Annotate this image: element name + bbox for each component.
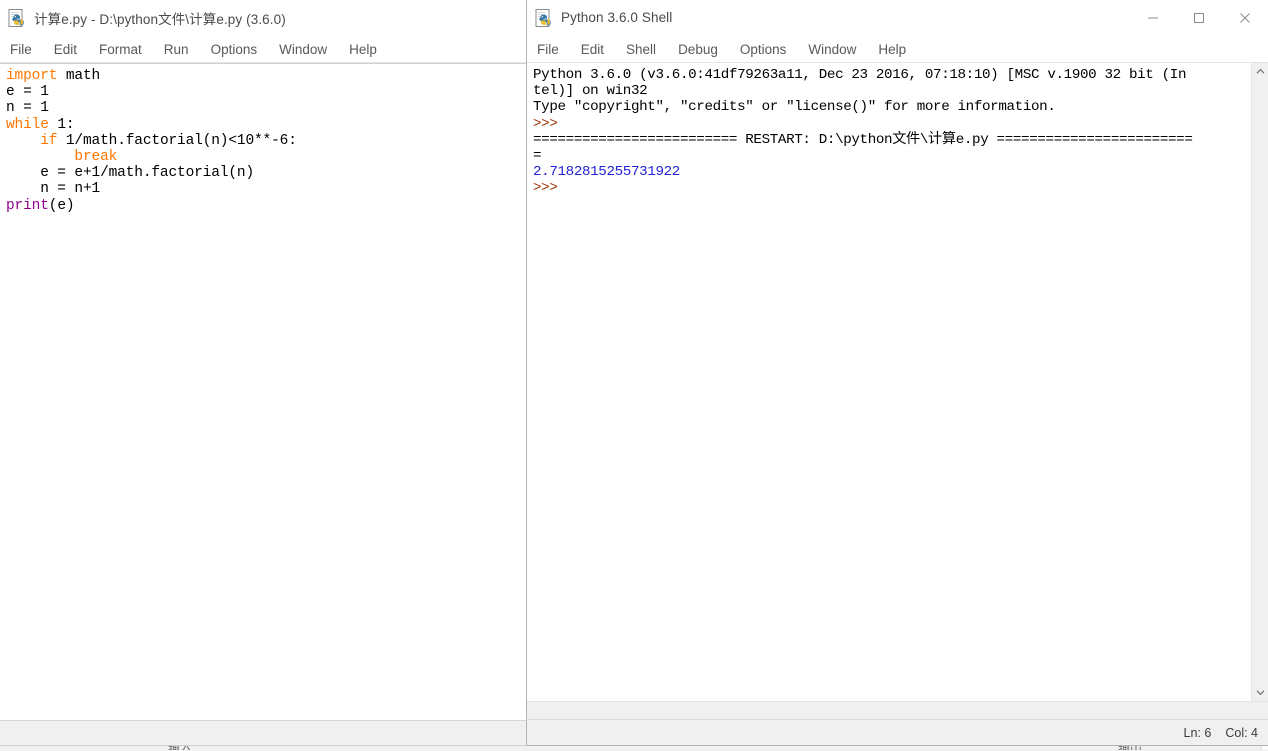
code-line: import math [6, 68, 526, 84]
shell-titlebar[interactable]: Python 3.6.0 Shell [527, 0, 1268, 36]
shell-line: tel)] on win32 [533, 83, 1251, 99]
code-line: while 1: [6, 117, 526, 133]
menu-file[interactable]: File [0, 36, 43, 63]
close-icon [1239, 12, 1251, 24]
shell-menu-file[interactable]: File [527, 36, 570, 63]
shell-horizontal-scrollbar[interactable] [527, 701, 1268, 719]
shell-line: Type "copyright", "credits" or "license(… [533, 99, 1251, 115]
editor-title-text: 计算e.py - D:\python文件\计算e.py (3.6.0) [34, 8, 286, 28]
code-line: break [6, 149, 526, 165]
shell-menu-shell[interactable]: Shell [615, 36, 667, 63]
token-plain [6, 133, 40, 149]
chevron-down-icon[interactable] [1252, 684, 1268, 701]
menu-window[interactable]: Window [268, 36, 338, 63]
token-plain: = [533, 148, 541, 164]
shell-menu-options[interactable]: Options [729, 36, 798, 63]
token-kw: break [74, 149, 117, 165]
status-line-number: Ln: 6 [1184, 726, 1212, 740]
editor-code-area[interactable]: import mathe = 1n = 1while 1: if 1/math.… [0, 64, 526, 720]
editor-titlebar[interactable]: 计算e.py - D:\python文件\计算e.py (3.6.0) [0, 0, 526, 36]
idle-shell-window[interactable]: Python 3.6.0 Shell File Edit Shell [526, 0, 1268, 746]
token-plain: e = 1 [6, 84, 49, 100]
menu-format[interactable]: Format [88, 36, 153, 63]
shell-vertical-scrollbar[interactable] [1251, 63, 1268, 701]
menu-help[interactable]: Help [338, 36, 388, 63]
token-plain: Python 3.6.0 (v3.6.0:41df79263a11, Dec 2… [533, 67, 1186, 83]
code-line: e = e+1/math.factorial(n) [6, 165, 526, 181]
shell-title-text: Python 3.6.0 Shell [561, 10, 672, 25]
code-line: print(e) [6, 198, 526, 214]
editor-menubar[interactable]: File Edit Format Run Options Window Help [0, 36, 526, 63]
shell-scrollbar-track[interactable] [1252, 80, 1268, 684]
shell-statusbar: Ln: 6 Col: 4 [527, 719, 1268, 745]
code-line: if 1/math.factorial(n)<10**-6: [6, 133, 526, 149]
shell-line: ========================= RESTART: D:\py… [533, 132, 1251, 148]
status-column-number: Col: 4 [1225, 726, 1258, 740]
maximize-icon [1193, 12, 1205, 24]
python-idle-icon [535, 9, 553, 27]
idle-editor-window[interactable]: 计算e.py - D:\python文件\计算e.py (3.6.0) File… [0, 0, 527, 746]
shell-menu-help[interactable]: Help [867, 36, 917, 63]
editor-bottom-strip [0, 720, 526, 745]
shell-line: >>> [533, 116, 1251, 132]
shell-line: Python 3.6.0 (v3.6.0:41df79263a11, Dec 2… [533, 67, 1251, 83]
token-plain: ========================= RESTART: D:\py… [533, 132, 1192, 148]
token-plain [6, 149, 74, 165]
token-plain: n = 1 [6, 100, 49, 116]
token-plain: Type "copyright", "credits" or "license(… [533, 99, 1056, 115]
minimize-icon [1147, 12, 1159, 24]
shell-text-area-wrap[interactable]: Python 3.6.0 (v3.6.0:41df79263a11, Dec 2… [527, 63, 1268, 701]
shell-menu-debug[interactable]: Debug [667, 36, 729, 63]
close-button[interactable] [1222, 0, 1268, 36]
token-stdout: 2.7182815255731922 [533, 164, 680, 180]
shell-menu-window[interactable]: Window [797, 36, 867, 63]
token-plain: e = e+1/math.factorial(n) [6, 165, 254, 181]
token-plain: 1/math.factorial(n)<10**-6: [57, 133, 296, 149]
shell-menubar[interactable]: File Edit Shell Debug Options Window Hel… [527, 36, 1268, 63]
token-plain: tel)] on win32 [533, 83, 647, 99]
token-kw: while [6, 117, 49, 133]
minimize-button[interactable] [1130, 0, 1176, 36]
token-prompt: >>> [533, 116, 566, 132]
shell-line: 2.7182815255731922 [533, 164, 1251, 180]
code-line: n = n+1 [6, 181, 526, 197]
chevron-up-icon[interactable] [1252, 63, 1268, 80]
editor-text-area-wrap[interactable]: import mathe = 1n = 1while 1: if 1/math.… [0, 63, 526, 720]
token-plain: n = n+1 [6, 181, 100, 197]
token-plain: math [57, 68, 100, 84]
shell-menu-edit[interactable]: Edit [570, 36, 615, 63]
menu-options[interactable]: Options [200, 36, 269, 63]
token-plain: (e) [49, 198, 75, 214]
token-kw: import [6, 68, 57, 84]
code-line: e = 1 [6, 84, 526, 100]
shell-output-area[interactable]: Python 3.6.0 (v3.6.0:41df79263a11, Dec 2… [527, 63, 1251, 701]
token-kw: if [40, 133, 57, 149]
menu-edit[interactable]: Edit [43, 36, 88, 63]
maximize-button[interactable] [1176, 0, 1222, 36]
token-bi: print [6, 198, 49, 214]
token-prompt: >>> [533, 180, 566, 196]
python-idle-icon [8, 9, 26, 27]
shell-line: >>> [533, 180, 1251, 196]
shell-window-controls[interactable] [1130, 0, 1268, 36]
shell-line: = [533, 148, 1251, 164]
code-line: n = 1 [6, 100, 526, 116]
token-plain: 1: [49, 117, 75, 133]
menu-run[interactable]: Run [153, 36, 200, 63]
